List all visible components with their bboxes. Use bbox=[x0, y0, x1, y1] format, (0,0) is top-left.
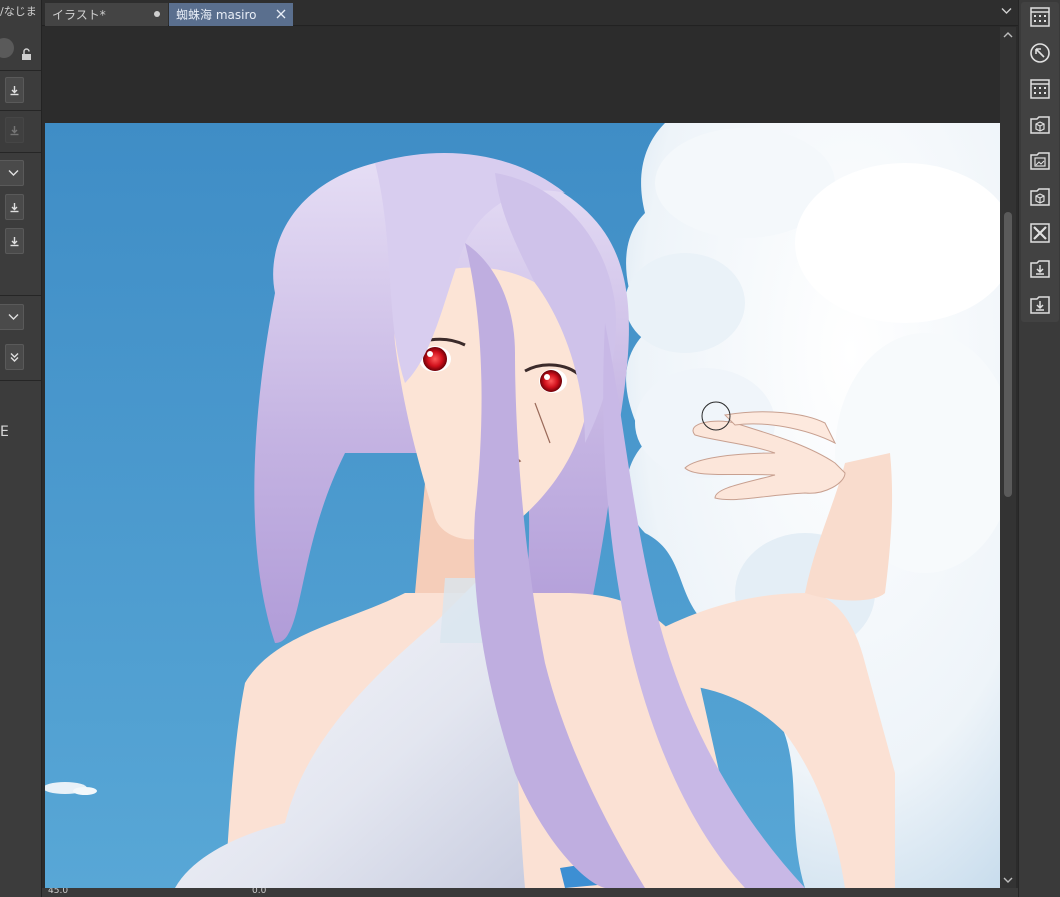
brush-preview-icon[interactable] bbox=[0, 38, 14, 58]
3d-material-button[interactable] bbox=[1028, 113, 1052, 137]
import-folder-button[interactable] bbox=[1028, 257, 1052, 281]
close-panel-icon bbox=[1030, 223, 1050, 243]
download-button[interactable] bbox=[5, 228, 24, 254]
modified-dot-icon bbox=[154, 11, 160, 17]
right-toolbar bbox=[1018, 0, 1060, 897]
chevron-down-icon bbox=[8, 170, 19, 176]
navigator-button[interactable] bbox=[1028, 41, 1052, 65]
close-panel-button[interactable] bbox=[1028, 221, 1052, 245]
scroll-down-icon[interactable] bbox=[1002, 875, 1014, 885]
brush-dropdown[interactable] bbox=[0, 160, 24, 186]
import-folder-button[interactable] bbox=[1028, 293, 1052, 317]
close-icon[interactable] bbox=[275, 8, 287, 20]
app-window: /なじま E イラスト* 蜘蛛海 masiro 45.0 0.0 bbox=[0, 0, 1060, 897]
expand-button[interactable] bbox=[5, 344, 24, 370]
3d-material-button[interactable] bbox=[1028, 185, 1052, 209]
tab-masiro[interactable]: 蜘蛛海 masiro bbox=[169, 3, 293, 26]
zoom-readout[interactable]: 45.0 bbox=[48, 888, 68, 896]
download-button[interactable] bbox=[5, 77, 24, 103]
image-material-button[interactable] bbox=[1028, 149, 1052, 173]
3d-cube-icon bbox=[1030, 116, 1050, 134]
grid-panel-button[interactable] bbox=[1028, 5, 1052, 29]
download-folder-icon bbox=[1030, 296, 1050, 314]
image-folder-icon bbox=[1030, 152, 1050, 170]
chevron-down-icon bbox=[8, 314, 19, 320]
download-button[interactable] bbox=[5, 194, 24, 220]
chevron-down-icon[interactable] bbox=[1001, 7, 1012, 15]
left-panel-letter: E bbox=[0, 424, 9, 440]
3d-cube-icon bbox=[1030, 188, 1050, 206]
tab-illust[interactable]: イラスト* bbox=[45, 3, 168, 26]
grid-panel-icon bbox=[1030, 79, 1050, 99]
download-button-disabled bbox=[5, 117, 24, 143]
artwork-canvas[interactable] bbox=[45, 123, 1000, 888]
left-tool-property-panel: /なじま E bbox=[0, 0, 42, 897]
unlock-icon[interactable] bbox=[20, 48, 33, 61]
canvas-area[interactable] bbox=[42, 27, 1000, 888]
texture-dropdown[interactable] bbox=[0, 304, 24, 330]
grid-panel-icon bbox=[1030, 7, 1050, 27]
tab-label: イラスト* bbox=[52, 8, 106, 22]
navigator-icon bbox=[1030, 43, 1050, 63]
status-bar: 45.0 0.0 bbox=[42, 888, 1018, 897]
download-folder-icon bbox=[1030, 260, 1050, 278]
scroll-thumb[interactable] bbox=[1004, 212, 1012, 497]
left-panel-label: /なじま bbox=[0, 5, 37, 18]
grid-panel-button[interactable] bbox=[1028, 77, 1052, 101]
double-chevron-down-icon bbox=[10, 352, 19, 362]
rotation-readout[interactable]: 0.0 bbox=[252, 888, 266, 896]
scroll-up-icon[interactable] bbox=[1002, 30, 1014, 40]
document-tab-bar: イラスト* 蜘蛛海 masiro bbox=[42, 0, 1018, 26]
tab-label: 蜘蛛海 masiro bbox=[176, 8, 257, 22]
vertical-scrollbar[interactable] bbox=[1000, 27, 1016, 888]
